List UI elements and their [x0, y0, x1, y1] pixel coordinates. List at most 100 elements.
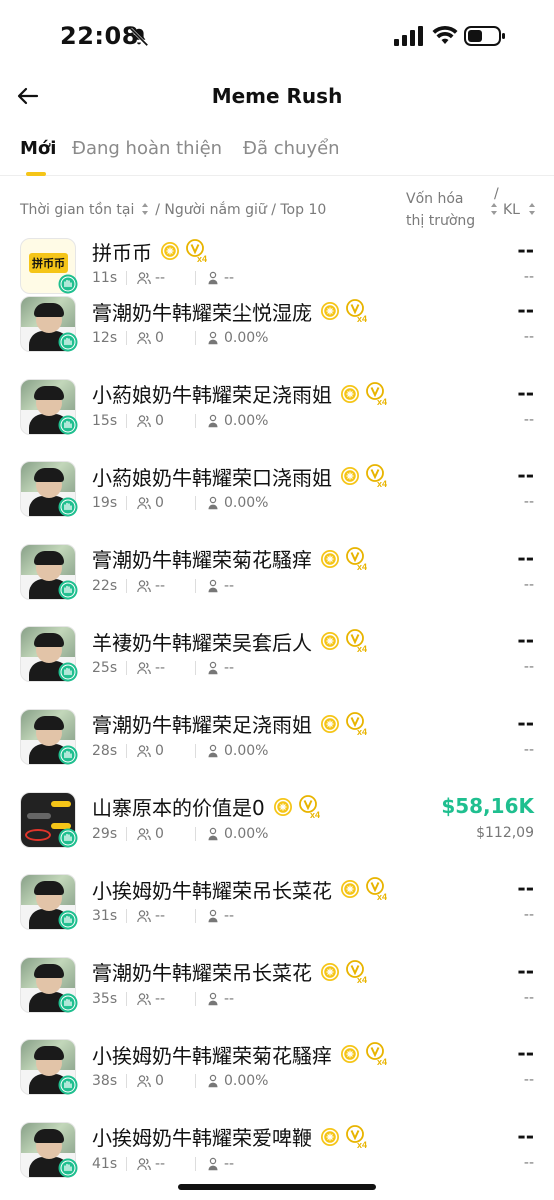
tab-new[interactable]: Mới: [20, 138, 56, 159]
tab-in-progress[interactable]: Đang hoàn thiện: [72, 138, 222, 159]
token-name: 膏潮奶牛韩耀荣足浇雨姐: [92, 713, 312, 738]
holders-icon: [137, 272, 151, 285]
tab-migrated[interactable]: Đã chuyển: [243, 138, 340, 159]
holders-icon: [137, 497, 151, 510]
token-row[interactable]: 拼币币 拼币币 x4 11s -- -- -- --: [0, 238, 554, 294]
coin-icon: [321, 549, 339, 568]
token-row[interactable]: 小挨姆奶牛韩耀荣吊长菜花 x4 31s -- -- -- --: [0, 872, 554, 955]
sort-volume-label[interactable]: KL: [503, 202, 520, 218]
person-icon: [208, 909, 218, 923]
token-row[interactable]: 小挨姆奶牛韩耀荣菊花騷痒 x4 38s 0 0.00% -- --: [0, 1037, 554, 1120]
sort-icon: [141, 203, 148, 215]
hand-badge-icon: [58, 1075, 78, 1095]
v-x4-icon: x4: [346, 629, 367, 653]
coin-icon: [341, 880, 359, 899]
sort-mcap-icon[interactable]: [490, 202, 498, 216]
token-name-line: 小挨姆奶牛韩耀荣菊花騷痒 x4: [92, 1041, 388, 1068]
token-name-line: 膏潮奶牛韩耀荣尘悦湿庞 x4: [92, 298, 368, 325]
token-holders: 0: [155, 412, 164, 429]
token-name-line: 小葯娘奶牛韩耀荣口浇雨姐 x4: [92, 463, 388, 490]
list-column-header: Thời gian tồn tại / Người nắm giữ / Top …: [0, 182, 554, 238]
token-name: 小葯娘奶牛韩耀荣足浇雨姐: [92, 383, 332, 408]
token-name: 小挨姆奶牛韩耀荣吊长菜花: [92, 878, 332, 903]
token-top10: --: [224, 1155, 235, 1172]
divider: [195, 909, 196, 924]
token-volume: --: [523, 1072, 534, 1089]
svg-text:x4: x4: [357, 975, 367, 984]
token-row[interactable]: 小葯娘奶牛韩耀荣口浇雨姐 x4 19s 0 0.00% -- --: [0, 459, 554, 542]
token-name-line: 拼币币 x4: [92, 238, 208, 265]
token-holders: 0: [155, 330, 164, 346]
token-holders: --: [155, 577, 166, 594]
coin-icon: [321, 1127, 339, 1146]
divider: [126, 496, 127, 511]
v-x4-icon: x4: [346, 299, 367, 323]
wifi-icon: [432, 25, 458, 44]
sort-label-age: Thời gian tồn tại: [20, 202, 135, 218]
mcap-label-line2: thị trường: [406, 213, 476, 229]
divider: [195, 991, 196, 1006]
token-meta: 19s 0 0.00%: [92, 494, 268, 512]
v-x4-icon: x4: [366, 381, 387, 406]
divider: [195, 1074, 196, 1089]
token-top10: --: [224, 908, 235, 925]
divider: [195, 661, 196, 676]
bell-slash-icon: [129, 27, 149, 47]
v-x4-icon: x4: [366, 464, 387, 488]
token-row[interactable]: 膏潮奶牛韩耀荣足浇雨姐 x4 28s 0 0.00% -- --: [0, 707, 554, 790]
token-market-cap: --: [517, 876, 534, 901]
token-meta: 12s 0 0.00%: [92, 329, 268, 347]
token-row[interactable]: 膏潮奶牛韩耀荣菊花騷痒 x4 22s -- -- -- --: [0, 542, 554, 625]
svg-text:x4: x4: [377, 892, 387, 901]
person-icon: [208, 744, 218, 758]
page-title: Meme Rush: [211, 84, 343, 108]
person-icon: [208, 414, 218, 427]
mcap-label-line1: Vốn hóa: [406, 191, 464, 207]
token-top10: 0.00%: [224, 1073, 269, 1090]
token-holders: 0: [155, 1073, 164, 1090]
token-name-line: 山寨原本的价值是0 x4: [92, 794, 321, 820]
token-age: 15s: [92, 412, 118, 429]
token-volume: --: [523, 411, 534, 428]
token-name: 羊褄奶牛韩耀荣吴套后人: [92, 630, 312, 655]
token-name-line: 羊褄奶牛韩耀荣吴套后人 x4: [92, 628, 368, 655]
token-meta: 22s -- --: [92, 577, 234, 595]
sort-mcap-label[interactable]: Vốn hóa thị trường: [406, 188, 496, 232]
coin-icon: [321, 714, 339, 733]
token-volume: $112,09: [476, 824, 534, 841]
token-market-cap: --: [517, 380, 534, 405]
sort-label-holders-top10: / Người nắm giữ / Top 10: [155, 202, 327, 218]
svg-text:x4: x4: [197, 254, 207, 263]
token-row[interactable]: 小葯娘奶牛韩耀荣足浇雨姐 x4 15s 0 0.00% -- --: [0, 377, 554, 460]
sort-volume-icon[interactable]: [528, 202, 536, 216]
coin-icon: [341, 467, 359, 486]
svg-text:x4: x4: [377, 397, 387, 406]
hand-badge-icon: [58, 332, 78, 352]
token-age: 22s: [92, 577, 118, 594]
token-top10: --: [224, 990, 235, 1007]
token-name-line: 膏潮奶牛韩耀荣吊长菜花 x4: [92, 959, 368, 985]
hand-badge-icon: [58, 580, 78, 600]
token-holders: 0: [155, 825, 164, 842]
token-row[interactable]: 山寨原本的价值是0 x4 29s 0 0.00% $58,16K $112,09: [0, 790, 554, 873]
token-market-cap: --: [517, 1123, 534, 1148]
token-volume: --: [523, 329, 534, 345]
divider: [195, 826, 196, 841]
token-age: 19s: [92, 495, 118, 512]
token-age: 35s: [92, 990, 118, 1007]
token-row[interactable]: 羊褄奶牛韩耀荣吴套后人 x4 25s -- -- -- --: [0, 624, 554, 707]
token-volume: --: [523, 576, 534, 593]
token-meta: 31s -- --: [92, 907, 234, 925]
sort-left-group[interactable]: Thời gian tồn tại / Người nắm giữ / Top …: [20, 202, 326, 218]
token-meta: 41s -- --: [92, 1155, 234, 1173]
coin-icon: [341, 1045, 359, 1064]
v-x4-icon: x4: [366, 1042, 387, 1066]
token-row[interactable]: 膏潮奶牛韩耀荣吊长菜花 x4 35s -- -- -- --: [0, 955, 554, 1038]
divider: [126, 826, 127, 841]
token-holders: --: [155, 990, 166, 1007]
token-market-cap: --: [517, 238, 534, 262]
divider: [195, 743, 196, 758]
token-age: 29s: [92, 825, 118, 842]
divider: [195, 1156, 196, 1171]
token-row[interactable]: 膏潮奶牛韩耀荣尘悦湿庞 x4 12s 0 0.00% -- --: [0, 294, 554, 377]
